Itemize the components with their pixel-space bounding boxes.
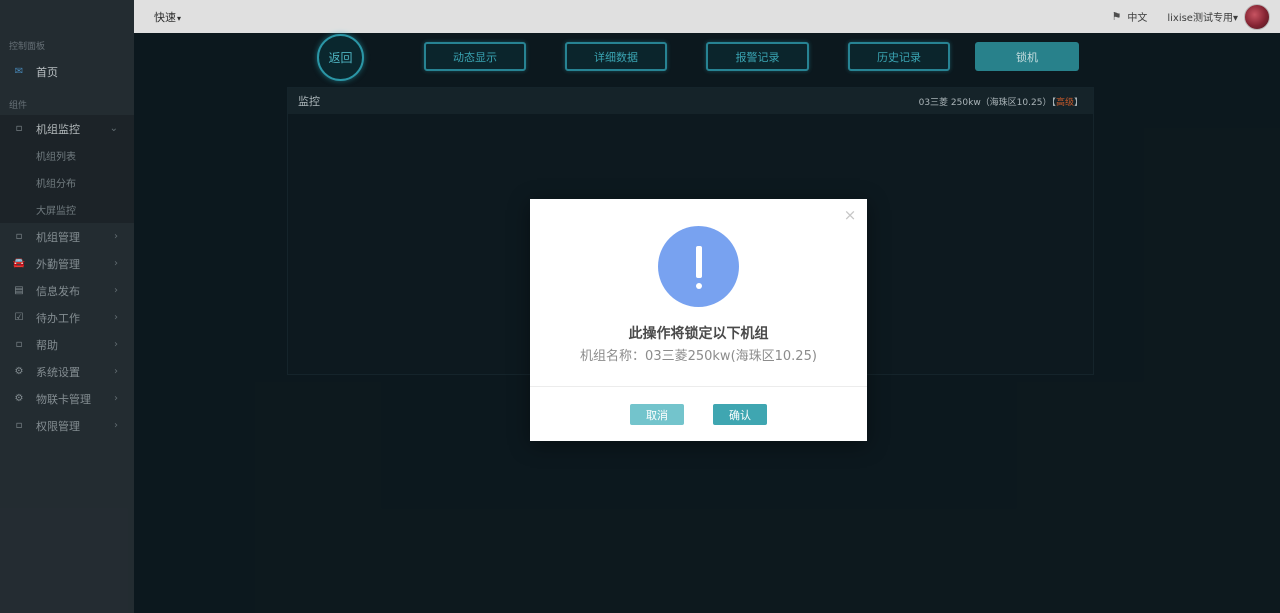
cancel-button[interactable]: 取消 bbox=[630, 404, 684, 425]
warning-icon bbox=[658, 226, 739, 307]
warning-icon-dot bbox=[695, 283, 702, 289]
dialog-divider bbox=[530, 386, 867, 387]
confirm-button[interactable]: 确认 bbox=[713, 404, 767, 425]
confirm-dialog: × 此操作将锁定以下机组 机组名称：03三菱250kw(海珠区10.25) 取消… bbox=[530, 199, 867, 441]
dialog-title: 此操作将锁定以下机组 bbox=[628, 326, 769, 342]
close-icon[interactable]: × bbox=[842, 207, 858, 223]
dialog-message: 机组名称：03三菱250kw(海珠区10.25) bbox=[580, 349, 817, 364]
warning-icon-bar bbox=[695, 246, 702, 278]
